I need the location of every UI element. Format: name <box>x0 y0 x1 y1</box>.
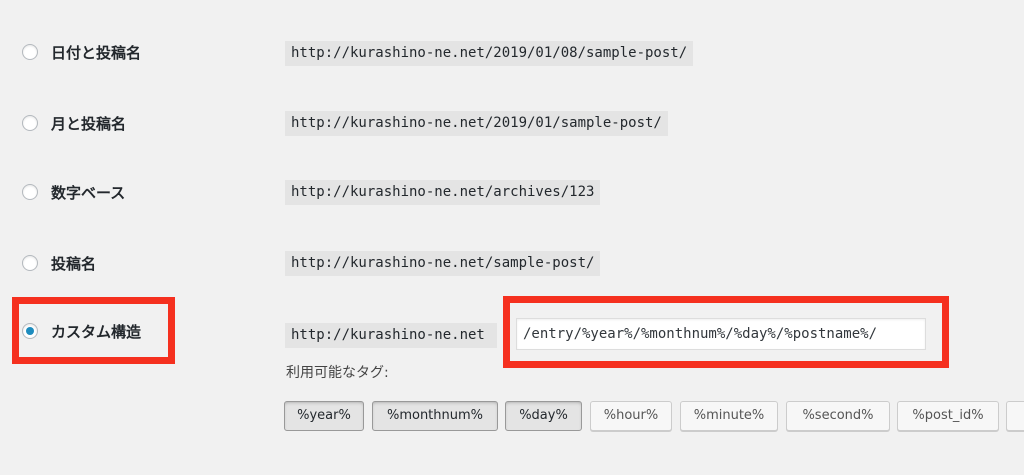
option-label-day-name: 日付と投稿名 <box>51 44 142 62</box>
radio-day-name[interactable] <box>22 44 38 60</box>
tag-button-post-id[interactable]: %post_id% <box>897 401 999 431</box>
tag-button-hour[interactable]: %hour% <box>590 401 672 431</box>
option-label-numeric: 数字ベース <box>51 184 126 202</box>
custom-base-url: http://kurashino-ne.net <box>285 323 497 348</box>
radio-custom-structure[interactable] <box>22 323 38 339</box>
example-url-post-name: http://kurashino-ne.net/sample-post/ <box>285 251 601 276</box>
tag-button-partial[interactable] <box>1006 401 1024 431</box>
example-url-numeric: http://kurashino-ne.net/archives/123 <box>285 180 601 205</box>
tag-button-year[interactable]: %year% <box>284 401 364 431</box>
custom-structure-input[interactable]: /entry/%year%/%monthnum%/%day%/%postname… <box>516 318 926 350</box>
tag-button-monthnum[interactable]: %monthnum% <box>372 401 498 431</box>
available-tags-label: 利用可能なタグ: <box>286 365 389 381</box>
option-label-post-name: 投稿名 <box>51 255 97 273</box>
radio-numeric[interactable] <box>22 184 38 200</box>
tag-button-minute[interactable]: %minute% <box>680 401 778 431</box>
option-label-custom-structure: カスタム構造 <box>51 323 142 341</box>
example-url-month-name: http://kurashino-ne.net/2019/01/sample-p… <box>285 111 668 136</box>
radio-post-name[interactable] <box>22 255 38 271</box>
example-url-day-name: http://kurashino-ne.net/2019/01/08/sampl… <box>285 41 694 66</box>
radio-month-name[interactable] <box>22 115 38 131</box>
tag-button-day[interactable]: %day% <box>505 401 582 431</box>
tag-button-second[interactable]: %second% <box>786 401 890 431</box>
option-label-month-name: 月と投稿名 <box>51 115 127 133</box>
